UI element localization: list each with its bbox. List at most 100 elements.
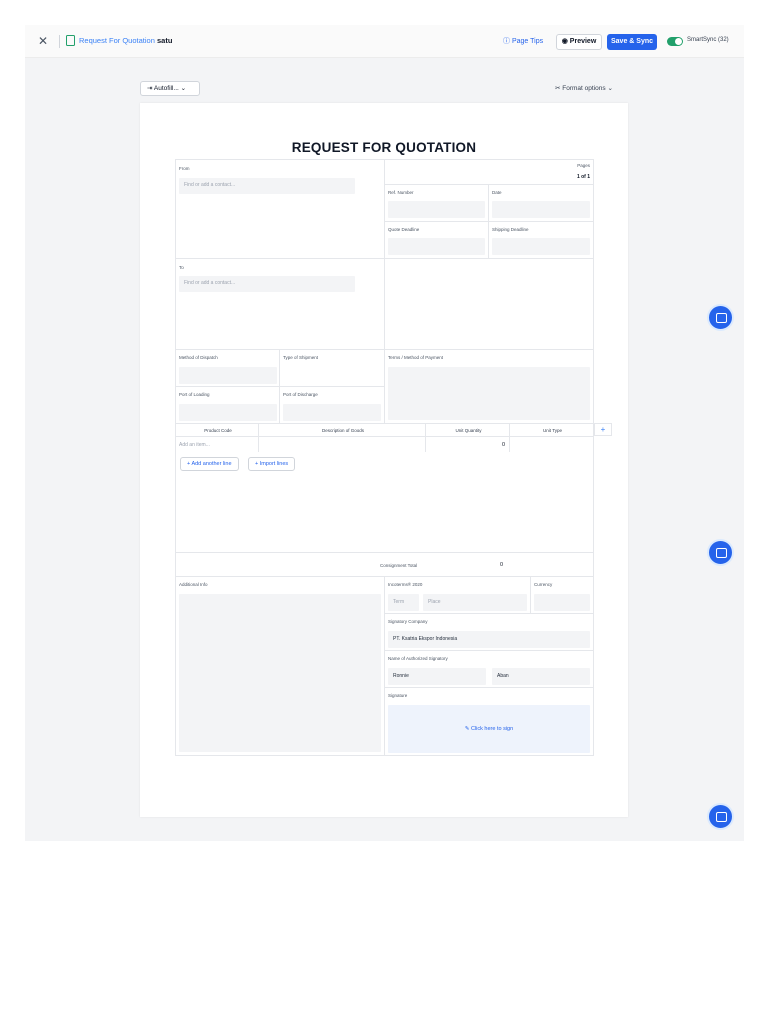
date-input[interactable]: [492, 201, 590, 218]
chevron-down-icon: ⌄: [607, 85, 613, 92]
table-header-unit-type: Unit Type: [509, 423, 594, 437]
discharge-label: Port of Discharge: [283, 392, 318, 397]
divider: [59, 35, 60, 48]
table-header-description: Description of Goods: [258, 423, 426, 437]
autofill-label: Autofill...: [153, 85, 179, 92]
chat-icon[interactable]: [707, 539, 734, 566]
table-row-description[interactable]: [258, 436, 426, 453]
consignment-total-label: Consignment Total: [380, 563, 418, 568]
product-code-header: Product Code: [204, 428, 232, 433]
signatory-company-section: Signatory Company PT. Ksatria Ekspor Ind…: [384, 613, 594, 651]
pages-value: 1 of 1: [576, 174, 590, 180]
save-sync-button[interactable]: Save & Sync: [607, 34, 657, 50]
table-header-product-code: Product Code: [175, 423, 259, 437]
close-icon[interactable]: ✕: [38, 35, 48, 47]
quote-deadline-section: Quote Deadline: [384, 221, 489, 259]
autofill-dropdown[interactable]: ⇥ Autofill... ⌄: [140, 81, 200, 96]
quantity-header: Unit Quantity: [455, 428, 482, 433]
plus-icon: +: [187, 461, 191, 467]
page-title: REQUEST FOR QUOTATION: [291, 140, 477, 155]
document-page: REQUEST FOR QUOTATION From Find or add a…: [140, 103, 628, 817]
sign-button[interactable]: ✎ Click here to sign: [388, 705, 590, 753]
signatory-company-label: Signatory Company: [388, 619, 428, 624]
discharge-input[interactable]: [283, 404, 381, 421]
currency-input[interactable]: [534, 594, 590, 611]
to-right-section: [384, 258, 594, 350]
add-item-input[interactable]: Add an item...: [179, 442, 210, 448]
date-label: Date: [492, 190, 502, 195]
from-label: From: [179, 166, 190, 171]
dispatch-input[interactable]: [179, 367, 277, 384]
shipping-deadline-section: Shipping Deadline: [488, 221, 594, 259]
additional-info-input[interactable]: [179, 594, 381, 752]
signatory-first-name-input[interactable]: Ronnie: [388, 668, 486, 685]
shipment-section: Type of Shipment: [279, 349, 385, 387]
document-title[interactable]: Request For Quotation satu: [79, 36, 172, 45]
ref-number-label: Ref. Number: [388, 190, 414, 195]
quantity-value: 0: [501, 442, 505, 448]
line-items-area: + Add another line + Import lines: [175, 452, 594, 553]
consignment-total-value: 0: [500, 562, 504, 568]
ref-number-section: Ref. Number: [384, 184, 489, 222]
plus-icon: +: [600, 425, 606, 434]
date-section: Date: [488, 184, 594, 222]
table-row-quantity[interactable]: 0: [425, 436, 510, 453]
smartsync-toggle[interactable]: [667, 37, 683, 46]
pages-label: Pages: [577, 163, 590, 168]
smartsync-label: SmartSync (32): [687, 37, 729, 43]
import-lines-label: Import lines: [259, 461, 289, 467]
title-name: satu: [156, 36, 173, 45]
signatory-last-name-input[interactable]: Aban: [492, 668, 590, 685]
terms-section: Terms / Method of Payment: [384, 349, 594, 424]
table-header-quantity: Unit Quantity: [425, 423, 510, 437]
table-row-product-code[interactable]: Add an item...: [175, 436, 259, 453]
loading-input[interactable]: [179, 404, 277, 421]
shipping-deadline-input[interactable]: [492, 238, 590, 255]
page-tips-link[interactable]: ⓘ Page Tips: [503, 36, 543, 46]
description-header: Description of Goods: [321, 428, 365, 433]
add-another-line-label: Add another line: [191, 461, 232, 467]
quotation-form: From Find or add a contact... Pages 1 of…: [175, 159, 612, 759]
add-another-line-button[interactable]: + Add another line: [180, 457, 239, 471]
unit-type-header: Unit Type: [543, 428, 562, 433]
chat-icon[interactable]: [707, 803, 734, 830]
import-lines-button[interactable]: + Import lines: [248, 457, 296, 471]
from-section: From Find or add a contact...: [175, 159, 385, 259]
quote-deadline-label: Quote Deadline: [388, 227, 420, 232]
shipment-label: Type of Shipment: [283, 355, 319, 360]
signatory-company-input[interactable]: PT. Ksatria Ekspor Indonesia: [388, 631, 590, 648]
terms-label: Terms / Method of Payment: [388, 355, 444, 360]
sign-label: Click here to sign: [470, 726, 514, 732]
format-icon: ✂: [555, 85, 561, 92]
quote-deadline-input[interactable]: [388, 238, 485, 255]
authorized-signatory-label: Name of Authorized Signatory: [388, 656, 448, 661]
dispatch-label: Method of Dispatch: [179, 355, 218, 360]
chat-icon[interactable]: [707, 304, 734, 331]
terms-input[interactable]: [388, 367, 590, 420]
incoterms-label: Incoterms® 2020: [388, 582, 423, 587]
eye-icon: ◉: [561, 38, 568, 45]
incoterms-term-input[interactable]: Term: [388, 594, 419, 611]
table-row-unit-type[interactable]: [509, 436, 594, 453]
format-options-dropdown[interactable]: ✂ Format options ⌄: [555, 84, 613, 92]
additional-info-label: Additional Info: [179, 582, 208, 587]
ref-number-input[interactable]: [388, 201, 485, 218]
consignment-total-row: Consignment Total 0: [175, 552, 594, 577]
loading-section: Port of Loading: [175, 386, 280, 424]
format-options-label: Format options: [562, 85, 606, 92]
from-contact-input[interactable]: Find or add a contact...: [179, 178, 355, 194]
incoterms-section: Incoterms® 2020 Term Place: [384, 576, 531, 614]
top-bar: ✕ Request For Quotation satu ⓘ Page Tips…: [25, 25, 744, 58]
page-tips-label: Page Tips: [511, 38, 544, 45]
chevron-down-icon: ⌄: [180, 85, 187, 92]
incoterms-place-input[interactable]: Place: [423, 594, 527, 611]
to-contact-input[interactable]: Find or add a contact...: [179, 276, 355, 292]
preview-button[interactable]: ◉ Preview: [556, 34, 602, 50]
to-section: To Find or add a contact...: [175, 258, 385, 350]
add-column-button[interactable]: +: [594, 423, 612, 436]
signature-label: Signature: [388, 693, 408, 698]
additional-info-section: Additional Info: [175, 576, 385, 756]
plus-icon: +: [255, 461, 259, 467]
to-label: To: [179, 265, 184, 270]
dispatch-section: Method of Dispatch: [175, 349, 280, 387]
